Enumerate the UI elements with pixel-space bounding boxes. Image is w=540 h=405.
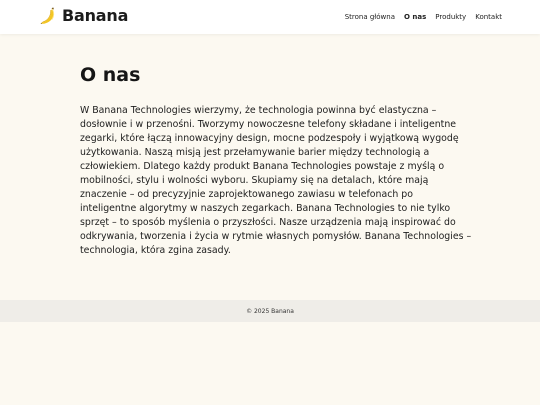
brand-name: Banana <box>62 6 129 25</box>
brand-logo-link[interactable]: Banana <box>38 6 128 26</box>
banana-icon <box>38 6 58 26</box>
nav-link-products[interactable]: Produkty <box>435 13 466 21</box>
copyright-text: © 2025 Banana <box>246 307 294 315</box>
nav-link-contact[interactable]: Kontakt <box>475 13 502 21</box>
main-content: O nas W Banana Technologies wierzymy, że… <box>80 60 472 258</box>
site-footer: © 2025 Banana <box>0 300 540 322</box>
nav-link-home[interactable]: Strona główna <box>345 13 395 21</box>
nav-link-about[interactable]: O nas <box>404 13 426 21</box>
site-header: Banana Strona główna O nas Produkty Kont… <box>0 0 540 34</box>
about-paragraph: W Banana Technologies wierzymy, że techn… <box>80 105 472 256</box>
main-nav: Strona główna O nas Produkty Kontakt <box>345 0 502 34</box>
page-title: O nas <box>80 64 141 86</box>
